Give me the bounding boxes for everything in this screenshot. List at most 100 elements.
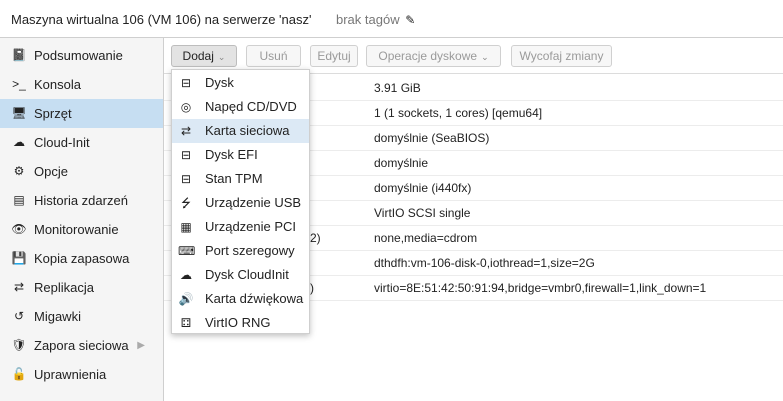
sidebar-item-label: Migawki [34, 309, 81, 324]
pci-card-icon: ▦ [180, 220, 192, 234]
exchange-icon: ⇄ [180, 124, 192, 138]
cloud-icon: ☁ [180, 268, 192, 282]
row-value: none,media=cdrom [374, 231, 478, 245]
sidebar: 📓 Podsumowanie >_ Konsola 🖥 Sprzęt ☁ Clo… [0, 38, 164, 401]
expand-arrow-icon[interactable]: ▶ [137, 331, 145, 360]
menu-item-label: Dysk [205, 75, 234, 90]
revert-button[interactable]: Wycofaj zmiany [511, 45, 612, 67]
eye-icon: 👁 [11, 222, 27, 236]
row-value: virtio=8E:51:42:50:91:94,bridge=vmbr0,fi… [374, 281, 707, 295]
sidebar-item-console[interactable]: >_ Konsola [0, 70, 163, 99]
sidebar-item-label: Monitorowanie [34, 222, 119, 237]
menu-item-label: Karta sieciowa [205, 123, 290, 138]
sidebar-item-label: Kopia zapasowa [34, 251, 130, 266]
menu-item-label: Napęd CD/DVD [205, 99, 297, 114]
cloud-icon: ☁ [13, 135, 25, 149]
notebook-icon: 📓 [11, 48, 27, 62]
floppy-icon: 💾 [11, 251, 27, 265]
sidebar-item-label: Uprawnienia [34, 367, 107, 382]
hdd-icon: ⊟ [180, 148, 192, 162]
sidebar-item-hardware[interactable]: 🖥 Sprzęt [0, 99, 163, 128]
add-button-label: Dodaj [182, 49, 214, 63]
sidebar-item-label: Opcje [34, 164, 68, 179]
list-icon: ▤ [13, 193, 25, 207]
dice-icon: ⚃ [180, 316, 192, 330]
sidebar-item-permissions[interactable]: 🔓 Uprawnienia [0, 360, 163, 389]
menu-item-cd-dvd[interactable]: ◎ Napęd CD/DVD [172, 95, 309, 119]
sidebar-item-label: Zapora sieciowa [34, 338, 129, 353]
hdd-icon: ⊟ [180, 76, 192, 90]
menu-item-audio-device[interactable]: 🔊 Karta dźwiękowa [172, 287, 309, 311]
menu-item-label: Urządzenie USB [205, 195, 302, 210]
row-key: ) [310, 281, 314, 295]
remove-button[interactable]: Usuń [246, 45, 301, 67]
chevron-down-icon: ⌄ [217, 52, 226, 62]
serial-port-icon: ⌨ [178, 244, 196, 258]
monitor-icon: 🖥 [11, 106, 27, 120]
sidebar-item-label: Replikacja [34, 280, 94, 295]
menu-item-label: Port szeregowy [205, 243, 295, 258]
speaker-icon: 🔊 [178, 292, 194, 306]
menu-item-tpm-state[interactable]: ⊟ Stan TPM [172, 167, 309, 191]
menu-item-network-card[interactable]: ⇄ Karta sieciowa [172, 119, 309, 143]
menu-item-label: Dysk CloudInit [205, 267, 289, 282]
sidebar-item-monitor[interactable]: 👁 Monitorowanie [0, 215, 163, 244]
sidebar-item-replication[interactable]: ⇄ Replikacja [0, 273, 163, 302]
sidebar-item-label: Cloud-Init [34, 135, 90, 150]
menu-item-label: Urządzenie PCI [205, 219, 297, 234]
row-value: domyślnie (SeaBIOS) [374, 131, 490, 145]
sidebar-item-cloud-init[interactable]: ☁ Cloud-Init [0, 128, 163, 157]
chevron-down-icon: ⌄ [481, 52, 489, 62]
sidebar-item-snapshots[interactable]: ↺ Migawki [0, 302, 163, 331]
disk-operations-label: Operacje dyskowe [378, 49, 478, 63]
menu-item-cloudinit-drive[interactable]: ☁ Dysk CloudInit [172, 263, 309, 287]
menu-item-disk[interactable]: ⊟ Dysk [172, 71, 309, 95]
revert-button-label: Wycofaj zmiany [519, 49, 604, 63]
row-value: 3.91 GiB [374, 81, 421, 95]
menu-item-pci-device[interactable]: ▦ Urządzenie PCI [172, 215, 309, 239]
menu-item-usb-device[interactable]: ⭍ Urządzenie USB [172, 191, 309, 215]
sidebar-item-label: Podsumowanie [34, 48, 123, 63]
menu-item-label: Stan TPM [205, 171, 263, 186]
pencil-icon[interactable]: ✎ [405, 13, 415, 27]
row-value: 1 (1 sockets, 1 cores) [qemu64] [374, 106, 543, 120]
row-value: domyślnie [374, 156, 429, 170]
disc-icon: ◎ [180, 100, 192, 114]
edit-button[interactable]: Edytuj [310, 45, 358, 67]
row-value: dthdfh:vm-106-disk-0,iothread=1,size=2G [374, 256, 595, 270]
history-icon: ↺ [13, 309, 25, 323]
usb-icon: ⭍ [181, 196, 191, 210]
menu-item-virtio-rng[interactable]: ⚃ VirtIO RNG [172, 311, 309, 335]
sidebar-item-task-history[interactable]: ▤ Historia zdarzeń [0, 186, 163, 215]
tags-area[interactable]: brak tagów ✎ [336, 12, 415, 27]
add-button[interactable]: Dodaj ⌄ [171, 45, 237, 67]
page-title: Maszyna wirtualna 106 (VM 106) na serwer… [11, 12, 312, 27]
edit-button-label: Edytuj [317, 49, 351, 63]
sidebar-item-label: Sprzęt [34, 106, 72, 121]
row-value: VirtIO SCSI single [374, 206, 471, 220]
sidebar-item-backup[interactable]: 💾 Kopia zapasowa [0, 244, 163, 273]
row-key: 2) [310, 231, 321, 245]
retweet-icon: ⇄ [13, 280, 25, 294]
tags-label: brak tagów [336, 12, 400, 27]
sidebar-item-label: Konsola [34, 77, 81, 92]
sidebar-item-firewall[interactable]: 🛡 Zapora sieciowa ▶ [0, 331, 163, 360]
shield-icon: 🛡 [11, 338, 27, 352]
remove-button-label: Usuń [259, 49, 288, 63]
menu-item-label: VirtIO RNG [205, 315, 271, 330]
gear-icon: ⚙ [13, 164, 25, 178]
terminal-icon: >_ [12, 77, 26, 91]
menu-item-efi-disk[interactable]: ⊟ Dysk EFI [172, 143, 309, 167]
add-dropdown-menu: ⊟ Dysk ◎ Napęd CD/DVD ⇄ Karta sieciowa ⊟… [171, 69, 310, 334]
disk-operations-button[interactable]: Operacje dyskowe ⌄ [366, 45, 501, 67]
sidebar-item-label: Historia zdarzeń [34, 193, 128, 208]
unlock-icon: 🔓 [11, 367, 27, 381]
title-bar: Maszyna wirtualna 106 (VM 106) na serwer… [0, 0, 783, 38]
hdd-icon: ⊟ [180, 172, 192, 186]
menu-item-serial-port[interactable]: ⌨ Port szeregowy [172, 239, 309, 263]
sidebar-item-options[interactable]: ⚙ Opcje [0, 157, 163, 186]
sidebar-item-summary[interactable]: 📓 Podsumowanie [0, 41, 163, 70]
row-value: domyślnie (i440fx) [374, 181, 472, 195]
menu-item-label: Dysk EFI [205, 147, 258, 162]
menu-item-label: Karta dźwiękowa [205, 291, 304, 306]
